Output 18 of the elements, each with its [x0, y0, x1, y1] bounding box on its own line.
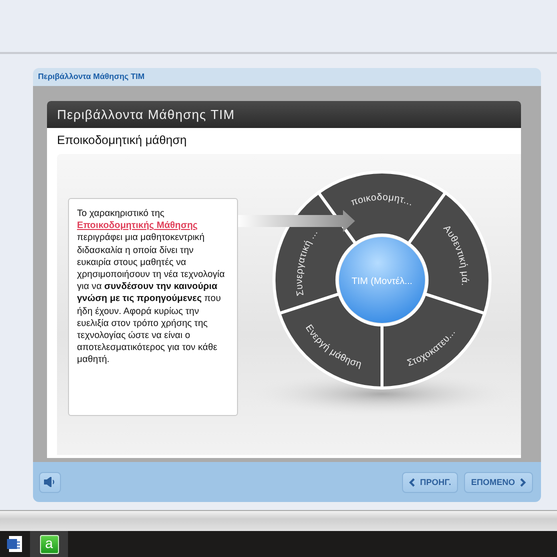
chevron-left-icon — [408, 478, 415, 486]
chevron-right-icon — [520, 478, 526, 486]
app-icon: a — [40, 534, 58, 554]
speaker-icon — [44, 477, 56, 487]
sound-button[interactable] — [39, 472, 61, 492]
segment-label: ποικοδομητ... — [350, 192, 415, 209]
callout-text: Το χαρακηριστικό της Εποικοδομητικής Μάθησης περιγράφει μια μαθητοκεντρική διδασκαλία η οποία δίνει την ευκαιρία στους μαθητές να χρησιμοποιήσουν τη νέα τεχνολογία για να συνδέσουν την καινούρια γνώση με τις προηγούμενες που ήδη έχουν. Αφορά κυρίως την ευελιξία στον τρόπο χρήσης της τεχνολογίας ώστε να είναι ο αποτελεσματικότερος για τον κάθε μαθητή. — [77, 207, 226, 366]
term-link[interactable]: Εποικοδομητικής Μάθησης — [77, 220, 198, 230]
player-title: Περιβάλλοντα Μάθησης TIM — [33, 68, 541, 86]
wheel-segment[interactable] — [380, 292, 486, 390]
center-label: TIM (Μοντέλ... — [352, 276, 412, 287]
slide-subtitle: Εποικοδομητική μάθηση — [56, 132, 188, 149]
nav-button[interactable]: ΕΠΟΜΕΝΟ — [464, 472, 533, 492]
wheel-center[interactable] — [339, 237, 425, 323]
document-icon — [6, 535, 24, 553]
slide-header: Περιβάλλοντα Μάθησης TIM — [47, 101, 521, 128]
nav-button[interactable]: ΠΡΟΗΓ. — [402, 472, 458, 492]
taskbar-app[interactable]: a — [30, 531, 68, 557]
